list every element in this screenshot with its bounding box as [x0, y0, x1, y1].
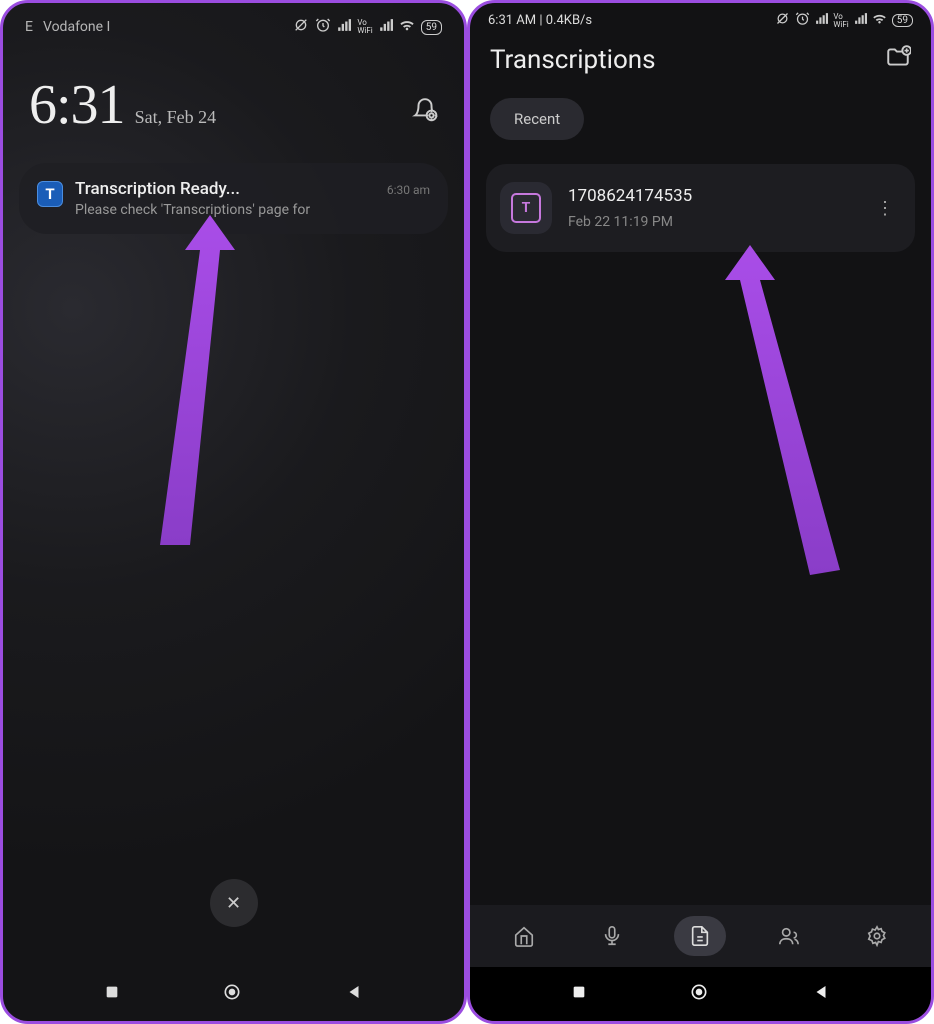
transcription-icon: T — [500, 182, 552, 234]
more-options-icon[interactable]: ⋮ — [870, 198, 901, 219]
system-nav-bar — [3, 967, 464, 1021]
notification-title: Transcription Ready... — [75, 179, 240, 199]
transcription-date: Feb 22 11:19 PM — [568, 214, 854, 230]
battery-icon: 59 — [892, 14, 913, 27]
transcription-app-icon: T — [37, 181, 63, 207]
vibrate-icon — [775, 11, 790, 30]
wifi-icon — [872, 11, 887, 30]
nav-home-icon[interactable] — [498, 916, 550, 956]
nav-mic-icon[interactable] — [586, 916, 638, 956]
dismiss-button[interactable]: ✕ — [210, 879, 258, 927]
recents-button[interactable] — [104, 984, 120, 1004]
page-title: Transcriptions — [490, 45, 656, 75]
vowifi-icon: VoWiFi — [357, 19, 372, 35]
wifi-icon — [399, 17, 415, 37]
nav-transcriptions-icon[interactable] — [674, 916, 726, 956]
vowifi-icon: VoWiFi — [833, 13, 848, 29]
transcription-title: 1708624174535 — [568, 186, 854, 206]
notification-settings-icon[interactable] — [412, 97, 438, 129]
notification-time: 6:30 am — [387, 183, 430, 197]
home-button[interactable] — [222, 982, 242, 1006]
home-button[interactable] — [689, 982, 709, 1006]
carrier-icon: E — [25, 19, 33, 35]
alarm-icon — [795, 11, 810, 30]
nav-contacts-icon[interactable] — [763, 916, 815, 956]
new-folder-icon[interactable] — [885, 44, 911, 76]
app-header: Transcriptions — [470, 34, 931, 92]
lockscreen-phone: E Vodafone I VoWiFi 59 6:31 — [0, 0, 467, 1024]
nav-settings-icon[interactable] — [851, 916, 903, 956]
filter-recent-chip[interactable]: Recent — [490, 98, 584, 140]
carrier-name: Vodafone I — [43, 19, 110, 35]
vibrate-icon — [293, 17, 309, 37]
bottom-nav — [470, 905, 931, 967]
alarm-icon — [315, 17, 331, 37]
notification-card[interactable]: T Transcription Ready... 6:30 am Please … — [19, 163, 448, 234]
transcriptions-app-phone: 6:31 AM | 0.4KB/s VoWiFi 59 Transcriptio… — [467, 0, 934, 1024]
clock-date: Sat, Feb 24 — [135, 107, 217, 128]
system-nav-bar — [470, 967, 931, 1021]
close-icon: ✕ — [226, 893, 241, 914]
notification-text: Please check 'Transcriptions' page for — [75, 202, 430, 218]
signal-icon-2 — [379, 18, 393, 36]
signal-icon — [337, 18, 351, 36]
recents-button[interactable] — [571, 984, 587, 1004]
status-time-data: 6:31 AM | 0.4KB/s — [488, 13, 592, 28]
back-button[interactable] — [345, 983, 363, 1005]
status-bar: E Vodafone I VoWiFi 59 — [3, 3, 464, 43]
battery-icon: 59 — [421, 20, 442, 35]
status-bar: 6:31 AM | 0.4KB/s VoWiFi 59 — [470, 3, 931, 34]
transcription-item[interactable]: T 1708624174535 Feb 22 11:19 PM ⋮ — [486, 164, 915, 252]
back-button[interactable] — [812, 983, 830, 1005]
signal-icon-2 — [854, 12, 867, 29]
clock-time: 6:31 — [29, 73, 125, 137]
signal-icon — [815, 12, 828, 29]
